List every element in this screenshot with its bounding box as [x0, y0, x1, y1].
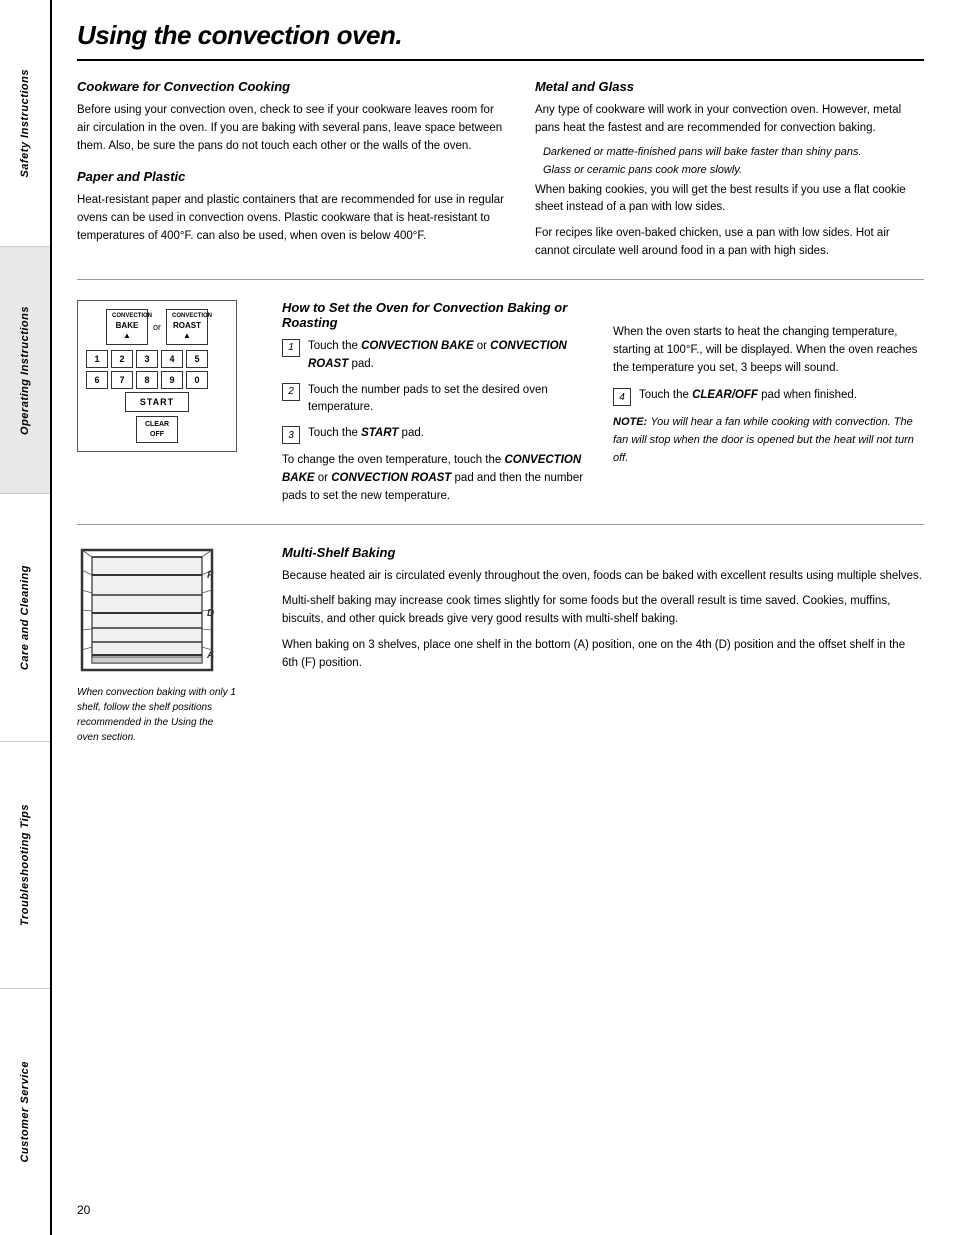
key-4[interactable]: 4 [161, 350, 183, 368]
sidebar-tab-operating-label: Operating Instructions [19, 306, 31, 435]
metal-glass-body1: Any type of cookware will work in your c… [535, 102, 924, 138]
cookware-title: Cookware for Convection Cooking [77, 79, 505, 94]
step-text-1: Touch the CONVECTION BAKE or CONVECTION … [308, 338, 593, 374]
step-text-3: Touch the START pad. [308, 425, 424, 443]
paper-plastic-body: Heat-resistant paper and plastic contain… [77, 192, 505, 245]
section-middle: CONVECTION BAKE ▲ or CONVECTION ROAST ▲ [77, 300, 924, 525]
start-btn[interactable]: START [125, 392, 189, 412]
sidebar-tab-customer[interactable]: Customer Service [0, 989, 50, 1235]
number-row-1: 1 2 3 4 5 [86, 350, 228, 368]
metal-glass-body3: For recipes like oven-baked chicken, use… [535, 225, 924, 261]
note-text: NOTE: You will hear a fan while cooking … [613, 414, 924, 467]
sidebar-tab-customer-label: Customer Service [19, 1061, 31, 1163]
step-text-2: Touch the number pads to set the desired… [308, 382, 593, 418]
key-5[interactable]: 5 [186, 350, 208, 368]
keypad-diagram-container: CONVECTION BAKE ▲ or CONVECTION ROAST ▲ [77, 300, 262, 506]
start-ref: START [361, 427, 398, 439]
oven-heat-text: When the oven starts to heat the changin… [613, 324, 924, 377]
convection-roast-label: CONVECTION [172, 313, 202, 321]
main-content: Using the convection oven. Cookware for … [52, 0, 954, 1235]
metal-glass-section: Metal and Glass Any type of cookware wil… [535, 79, 924, 261]
clear-off-ref: CLEAR/OFF [692, 389, 758, 401]
paper-plastic-title: Paper and Plastic [77, 169, 505, 184]
roast-label: ROAST [173, 321, 201, 330]
step-text-4: Touch the CLEAR/OFF pad when finished. [639, 387, 857, 405]
sidebar-tab-care[interactable]: Care and Cleaning [0, 494, 50, 741]
metal-glass-note1: Darkened or matte-finished pans will bak… [543, 146, 924, 158]
key-8[interactable]: 8 [136, 371, 158, 389]
step-2: 2 Touch the number pads to set the desir… [282, 382, 593, 418]
change-temp-text: To change the oven temperature, touch th… [282, 452, 593, 505]
cookware-body: Before using your convection oven, check… [77, 102, 505, 155]
multi-shelf-body1: Because heated air is circulated evenly … [282, 568, 924, 586]
multi-shelf-body3: When baking on 3 shelves, place one shel… [282, 637, 924, 673]
key-3[interactable]: 3 [136, 350, 158, 368]
step-num-4: 4 [613, 388, 631, 406]
key-1[interactable]: 1 [86, 350, 108, 368]
step-num-1: 1 [282, 339, 300, 357]
keypad-top-row: CONVECTION BAKE ▲ or CONVECTION ROAST ▲ [86, 309, 228, 346]
step-num-2: 2 [282, 383, 300, 401]
section-top: Cookware for Convection Cooking Before u… [77, 79, 924, 280]
key-6[interactable]: 6 [86, 371, 108, 389]
clear-btn[interactable]: CLEAROFF [136, 416, 178, 442]
sidebar-tab-safety[interactable]: Safety Instructions [0, 0, 50, 247]
convection-bake-label: CONVECTION [112, 313, 142, 321]
sidebar: Safety Instructions Operating Instructio… [0, 0, 52, 1235]
key-7[interactable]: 7 [111, 371, 133, 389]
multi-shelf-title: Multi-Shelf Baking [282, 545, 924, 560]
roast-arrow: ▲ [172, 331, 202, 341]
multi-shelf-body2: Multi-shelf baking may increase cook tim… [282, 593, 924, 629]
sidebar-tab-operating[interactable]: Operating Instructions [0, 247, 50, 494]
page-title: Using the convection oven. [77, 20, 924, 51]
convection-roast-btn[interactable]: CONVECTION ROAST ▲ [166, 309, 208, 346]
start-btn-container: START [86, 392, 228, 412]
metal-glass-body2: When baking cookies, you will get the be… [535, 182, 924, 218]
svg-text:D: D [207, 608, 214, 619]
key-2[interactable]: 2 [111, 350, 133, 368]
convection-roast-ref2: CONVECTION ROAST [331, 472, 451, 484]
key-9[interactable]: 9 [161, 371, 183, 389]
note-bold-label: NOTE: [613, 416, 647, 428]
bake-arrow: ▲ [112, 331, 142, 341]
step-num-3: 3 [282, 426, 300, 444]
sidebar-tab-troubleshooting[interactable]: Troubleshooting Tips [0, 742, 50, 989]
how-to-right: When the oven starts to heat the changin… [613, 300, 924, 506]
oven-cross-section-svg: F D A [77, 545, 227, 675]
svg-text:F: F [207, 570, 214, 581]
oven-keypad: CONVECTION BAKE ▲ or CONVECTION ROAST ▲ [77, 300, 237, 452]
key-0[interactable]: 0 [186, 371, 208, 389]
number-row-2: 6 7 8 9 0 [86, 371, 228, 389]
step-3: 3 Touch the START pad. [282, 425, 593, 444]
bake-label: BAKE [116, 321, 139, 330]
step-4: 4 Touch the CLEAR/OFF pad when finished. [613, 387, 924, 406]
sidebar-tab-care-label: Care and Cleaning [19, 565, 31, 670]
diagram-caption: When convection baking with only 1 shelf… [77, 685, 237, 745]
note-content: You will hear a fan while cooking with c… [613, 416, 914, 464]
section-bottom: F D A [77, 545, 924, 745]
sidebar-tab-safety-label: Safety Instructions [19, 69, 31, 178]
multi-shelf-section: Multi-Shelf Baking Because heated air is… [282, 545, 924, 745]
how-to-section: How to Set the Oven for Convection Bakin… [282, 300, 593, 506]
svg-text:A: A [206, 650, 214, 661]
or-label: or [153, 322, 161, 332]
cookware-section: Cookware for Convection Cooking Before u… [77, 79, 505, 261]
clear-btn-container: CLEAROFF [86, 416, 228, 442]
sidebar-tab-troubleshooting-label: Troubleshooting Tips [19, 804, 31, 926]
page-number: 20 [77, 1203, 90, 1217]
step-1: 1 Touch the CONVECTION BAKE or CONVECTIO… [282, 338, 593, 374]
title-divider [77, 59, 924, 61]
convection-bake-btn[interactable]: CONVECTION BAKE ▲ [106, 309, 148, 346]
convection-bake-ref: CONVECTION BAKE [361, 340, 473, 352]
metal-glass-title: Metal and Glass [535, 79, 924, 94]
oven-cross-section-container: F D A [77, 545, 262, 745]
metal-glass-note2: Glass or ceramic pans cook more slowly. [543, 164, 924, 176]
how-to-title: How to Set the Oven for Convection Bakin… [282, 300, 593, 330]
